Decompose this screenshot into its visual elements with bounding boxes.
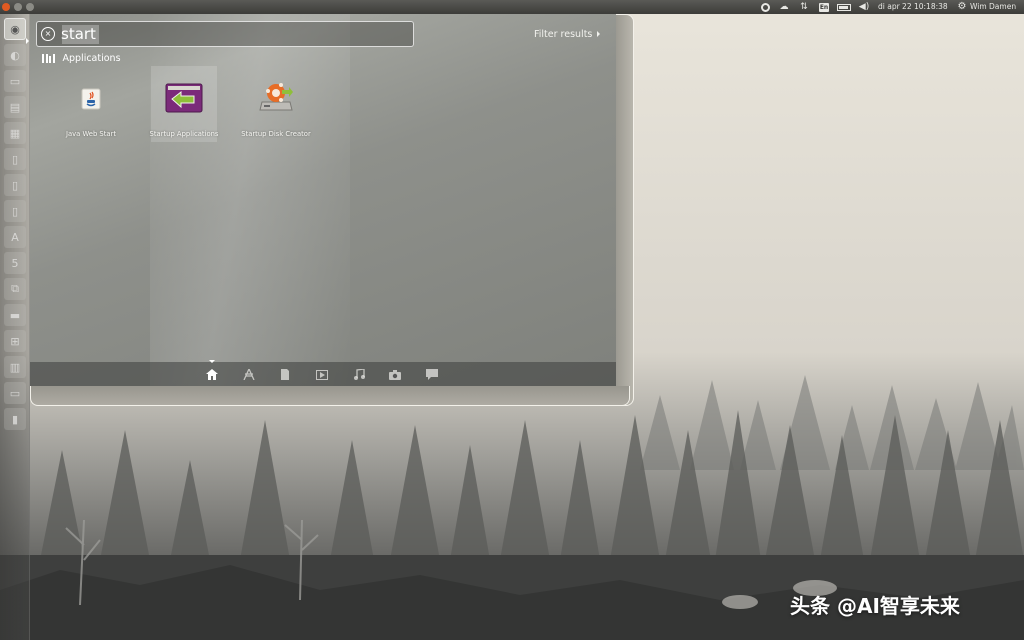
window-icon[interactable]: ⧉ — [4, 278, 26, 300]
keyboard-layout-label: En — [818, 2, 830, 12]
keyboard-indicator[interactable]: En — [817, 0, 831, 14]
user-name[interactable]: Wim Damen — [970, 0, 1024, 14]
network-indicator[interactable]: ⇅ — [797, 0, 811, 14]
category-header: Applications — [42, 52, 121, 64]
home-lens-icon[interactable] — [205, 368, 219, 381]
impress-icon[interactable]: ▯ — [4, 200, 26, 222]
session-indicator[interactable] — [758, 0, 772, 14]
clock[interactable]: di apr 22 10:18:38 — [878, 0, 952, 14]
startup-applications-icon — [165, 83, 203, 113]
volume-indicator[interactable]: ◀) — [856, 0, 872, 14]
network-icon: ⇅ — [800, 2, 808, 12]
software-center-icon[interactable]: A — [4, 226, 26, 248]
dash: × Filter results Applications Java Web S… — [30, 14, 616, 386]
search-input[interactable] — [61, 24, 401, 44]
lens-bar — [30, 360, 616, 386]
social-lens-icon[interactable] — [425, 368, 439, 381]
session-icon — [760, 2, 770, 12]
trash-icon[interactable]: ▮ — [4, 408, 26, 430]
top-panel: ☁ ⇅ En ◀) di apr 22 10:18:38 ⚙ Wim Damen — [0, 0, 1024, 14]
battery-icon — [837, 3, 851, 11]
system-menu[interactable]: ⚙ — [956, 0, 968, 14]
workspace-switcher-icon[interactable]: ⊞ — [4, 330, 26, 352]
watermark: 头条 @AI智享未来 — [790, 594, 960, 618]
result-startup-disk-creator[interactable]: Startup Disk Creator — [241, 66, 311, 142]
calc-icon[interactable]: ▯ — [4, 174, 26, 196]
ubuntu-one-icon[interactable]: 5 — [4, 252, 26, 274]
gear-icon: ⚙ — [957, 1, 967, 12]
result-java-web-start[interactable]: Java Web Start — [58, 66, 124, 142]
dash-icon[interactable]: ◉ — [4, 18, 26, 40]
filter-results-label: Filter results — [534, 28, 593, 40]
launcher-pip-icon — [26, 38, 29, 44]
category-label: Applications — [62, 52, 121, 64]
mount-icon[interactable]: ▥ — [4, 356, 26, 378]
device-icon[interactable]: ▭ — [4, 382, 26, 404]
applications-lens-icon[interactable] — [242, 368, 256, 381]
startup-disk-creator-icon — [259, 83, 293, 111]
active-lens-indicator-icon — [209, 360, 215, 363]
video-lens-icon[interactable] — [315, 368, 329, 381]
battery-indicator[interactable] — [836, 0, 852, 14]
chevron-right-icon — [597, 31, 601, 37]
clear-search-icon[interactable]: × — [41, 27, 55, 41]
terminal-icon[interactable]: ▤ — [4, 96, 26, 118]
result-label: Java Web Start — [65, 130, 117, 138]
result-label: Startup Disk Creator — [241, 130, 311, 138]
dash-frame-right — [614, 14, 634, 406]
writer-icon[interactable]: ▯ — [4, 148, 26, 170]
photos-lens-icon[interactable] — [388, 368, 402, 381]
result-label: Startup Applications — [149, 130, 219, 138]
volume-icon: ◀) — [858, 2, 870, 12]
close-window-button[interactable] — [2, 3, 10, 11]
dash-frame-bottom — [30, 386, 630, 406]
launcher: ◉ ◐ ▭ ▤ ▦ ▯ ▯ ▯ A 5 ⧉ ▬ ⊞ ▥ ▭ ▮ — [0, 14, 30, 640]
info-icon[interactable]: ▬ — [4, 304, 26, 326]
result-startup-applications[interactable]: Startup Applications — [150, 66, 218, 142]
settings-icon[interactable]: ▦ — [4, 122, 26, 144]
files-lens-icon[interactable] — [278, 368, 292, 381]
filter-results-button[interactable]: Filter results — [534, 27, 601, 41]
cloud-icon: ☁ — [779, 2, 789, 12]
maximize-window-button[interactable] — [26, 3, 34, 11]
minimize-window-button[interactable] — [14, 3, 22, 11]
music-lens-icon[interactable] — [352, 368, 366, 381]
cloud-indicator[interactable]: ☁ — [777, 0, 791, 14]
firefox-icon[interactable]: ◐ — [4, 44, 26, 66]
search-box[interactable]: × — [36, 21, 414, 47]
applications-category-icon — [42, 53, 55, 63]
java-icon — [81, 88, 101, 110]
file-manager-icon[interactable]: ▭ — [4, 70, 26, 92]
